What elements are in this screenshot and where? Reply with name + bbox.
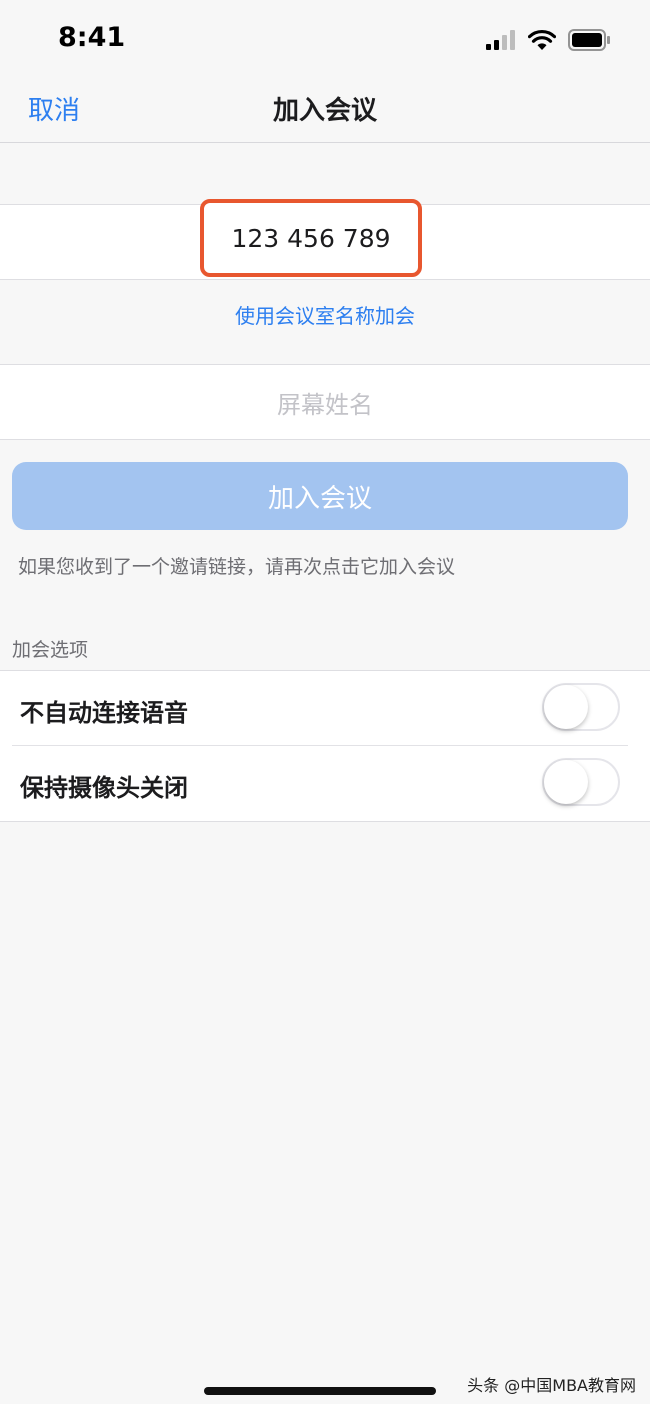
- battery-icon: [568, 29, 610, 51]
- join-options-group: 不自动连接语音 保持摄像头关闭: [0, 670, 650, 822]
- screen-name-band: 屏幕姓名: [0, 364, 650, 440]
- join-with-room-name-link[interactable]: 使用会议室名称加会: [0, 300, 650, 329]
- status-bar: 8:41: [0, 0, 650, 80]
- status-time: 8:41: [58, 22, 126, 53]
- camera-off-toggle[interactable]: [542, 758, 620, 806]
- option-row-camera-off: 保持摄像头关闭: [0, 746, 650, 820]
- screen-name-input[interactable]: 屏幕姓名: [0, 385, 650, 420]
- page-title: 加入会议: [272, 96, 377, 126]
- signal-icon: [486, 30, 515, 50]
- meeting-id-input[interactable]: 123 456 789: [200, 199, 422, 277]
- join-meeting-button[interactable]: 加入会议: [12, 462, 628, 530]
- toggle-knob: [544, 685, 588, 729]
- option-label: 保持摄像头关闭: [20, 774, 188, 802]
- option-row-no-audio: 不自动连接语音: [0, 671, 650, 745]
- nav-bar: 取消 加入会议: [0, 72, 650, 143]
- join-options-header: 加会选项: [12, 639, 89, 661]
- watermark: 头条 @中国MBA教育网: [467, 1376, 636, 1395]
- invite-link-hint: 如果您收到了一个邀请链接，请再次点击它加入会议: [18, 556, 456, 578]
- status-icons: [486, 27, 610, 53]
- wifi-icon: [528, 29, 556, 50]
- toggle-knob: [544, 760, 588, 804]
- meeting-id-band: 123 456 789: [0, 199, 650, 280]
- option-label: 不自动连接语音: [20, 699, 188, 727]
- home-indicator[interactable]: [204, 1387, 436, 1395]
- no-audio-toggle[interactable]: [542, 683, 620, 731]
